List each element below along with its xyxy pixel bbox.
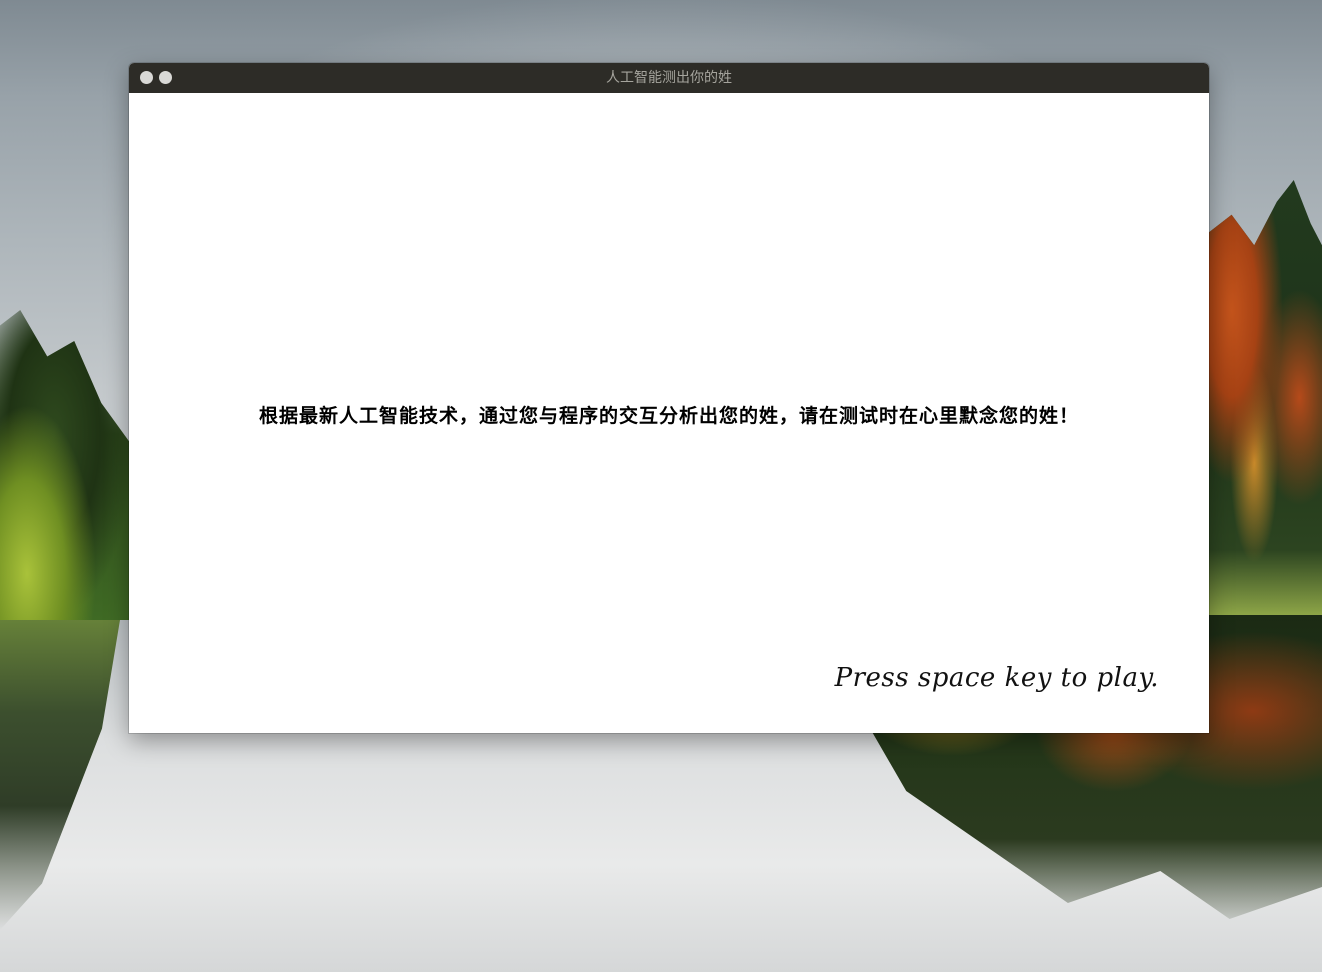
desktop-wallpaper: 人工智能测出你的姓 根据最新人工智能技术，通过您与程序的交互分析出您的姓，请在测… — [0, 0, 1322, 972]
window-title: 人工智能测出你的姓 — [606, 70, 732, 86]
play-hint: Press space key to play. — [834, 663, 1159, 693]
window-titlebar[interactable]: 人工智能测出你的姓 — [129, 63, 1209, 93]
app-window: 人工智能测出你的姓 根据最新人工智能技术，通过您与程序的交互分析出您的姓，请在测… — [129, 63, 1209, 733]
game-canvas[interactable]: 根据最新人工智能技术，通过您与程序的交互分析出您的姓，请在测试时在心里默念您的姓… — [129, 93, 1209, 733]
wallpaper-forest-right — [1209, 180, 1322, 615]
intro-text: 根据最新人工智能技术，通过您与程序的交互分析出您的姓，请在测试时在心里默念您的姓… — [258, 405, 1079, 427]
